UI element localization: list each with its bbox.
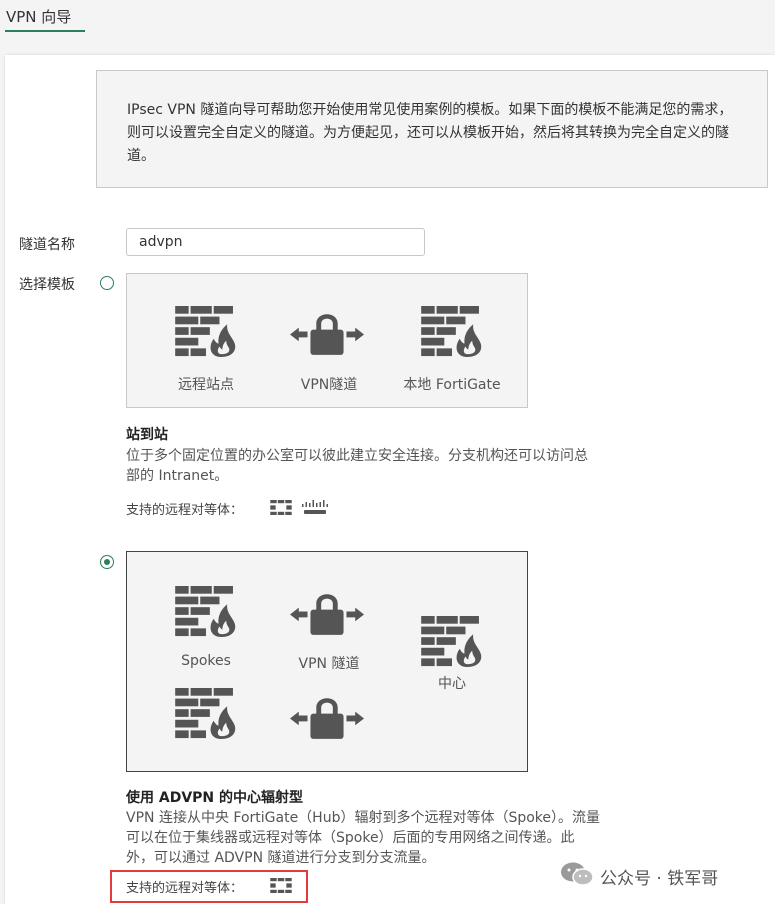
template-label: 选择模板	[19, 277, 75, 293]
tunnel-name-label: 隧道名称	[19, 237, 75, 253]
desc-line: 部的 Intranet。	[126, 468, 229, 484]
remote-fortigate-icon	[175, 306, 237, 358]
info-text: IPsec VPN 隧道向导可帮助您开始使用常见使用案例的模板。如果下面的模板不…	[127, 102, 733, 164]
supported-peers-label: 支持的远程对等体：	[126, 503, 244, 518]
wechat-icon	[561, 862, 594, 886]
template-hub-spoke-radio[interactable]	[100, 555, 114, 569]
caption-vpn-tunnel: VPN隧道	[300, 377, 358, 393]
template-site-to-site-radio[interactable]	[100, 276, 114, 290]
desc-line: 外，可以通过 ADVPN 隧道进行分支到分支流量。	[126, 850, 436, 866]
template-site-to-site-desc: 位于多个固定位置的办公室可以彼此建立安全连接。分支机构还可以访问总 部的 Int…	[126, 446, 588, 486]
supported-peers-label: 支持的远程对等体：	[126, 881, 244, 896]
desc-line: 可以在位于集线器或远程对等体（Spoke）后面的专用网络之间传递。此	[126, 830, 575, 846]
vpn-lock-icon	[290, 312, 364, 355]
caption-spokes: Spokes	[181, 653, 231, 669]
hub-fortigate-icon	[421, 616, 483, 668]
caption-hub: 中心	[438, 676, 466, 692]
tab-vpn-wizard[interactable]: VPN 向导	[5, 0, 85, 32]
template-hub-spoke-desc: VPN 连接从中央 FortiGate（Hub）辐射到多个远程对等体（Spoke…	[126, 808, 600, 868]
info-box: IPsec VPN 隧道向导可帮助您开始使用常见使用案例的模板。如果下面的模板不…	[96, 70, 768, 188]
cisco-peer-icon	[301, 500, 329, 516]
local-fortigate-icon	[421, 306, 483, 358]
fortigate-peer-icon	[270, 500, 292, 515]
hub-spoke-diagram[interactable]: Spokes VPN 隧道 中心	[126, 551, 528, 772]
spoke-fortigate-icon	[175, 688, 237, 740]
spoke-fortigate-icon	[175, 586, 237, 638]
watermark-text: 公众号 · 铁军哥	[600, 869, 719, 889]
caption-local-fortigate: 本地 FortiGate	[403, 377, 501, 393]
desc-line: VPN 连接从中央 FortiGate（Hub）辐射到多个远程对等体（Spoke…	[126, 810, 601, 826]
template-site-to-site-title: 站到站	[126, 427, 168, 443]
vpn-lock-icon	[290, 696, 364, 739]
vpn-lock-icon	[290, 592, 364, 635]
tab-label: VPN 向导	[6, 8, 72, 26]
site-to-site-diagram[interactable]: 远程站点 VPN隧道 本地 FortiGate	[126, 273, 528, 408]
fortigate-peer-icon	[270, 878, 292, 893]
template-hub-spoke-title: 使用 ADVPN 的中心辐射型	[126, 790, 304, 806]
desc-line: 位于多个固定位置的办公室可以彼此建立安全连接。分支机构还可以访问总	[126, 448, 588, 464]
caption-vpn-tunnel: VPN 隧道	[298, 656, 360, 672]
tunnel-name-input[interactable]	[126, 228, 425, 256]
caption-remote-site: 远程站点	[178, 377, 234, 393]
